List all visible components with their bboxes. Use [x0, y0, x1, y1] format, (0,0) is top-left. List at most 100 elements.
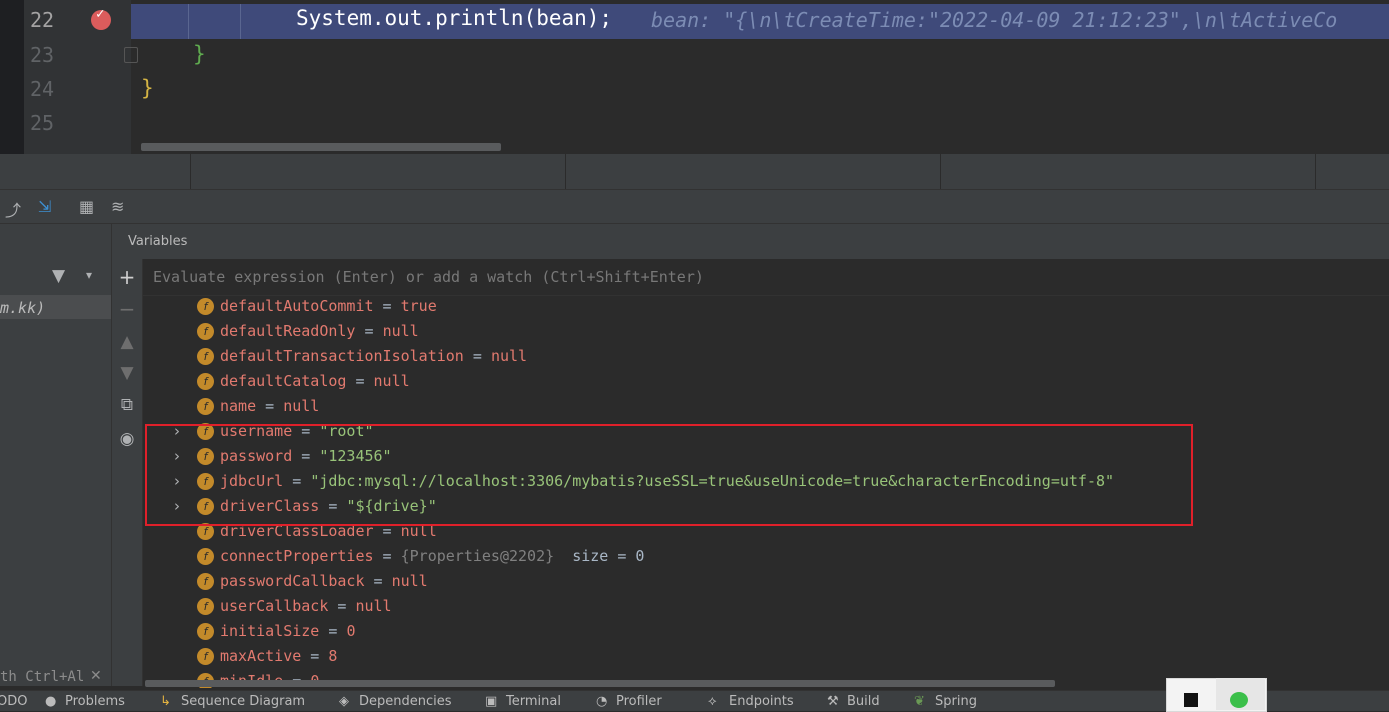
tool-tab-todo[interactable]: ODO [0, 694, 27, 709]
line-number: 22 [30, 8, 55, 32]
field-icon: f [197, 573, 214, 590]
copy-icon[interactable]: ⧉ [117, 395, 137, 415]
line-number: 23 [30, 43, 55, 67]
tool-tab-sequence-diagram[interactable]: Sequence Diagram [181, 694, 305, 709]
tab-separator [1315, 154, 1316, 189]
debug-toolbar [0, 190, 1389, 224]
tool-tab-spring[interactable]: Spring [935, 694, 977, 709]
sequence-diagram-icon: ↳ [160, 694, 171, 709]
chat-icon[interactable] [1230, 692, 1248, 708]
add-watch-icon[interactable]: + [117, 265, 137, 289]
dropdown-icon[interactable]: ▾ [86, 268, 92, 282]
closing-brace: } [193, 42, 206, 66]
variable-extra: size = 0 [572, 547, 645, 565]
variable-value: null [490, 347, 528, 365]
tool-tab-endpoints[interactable]: Endpoints [729, 694, 794, 709]
tab-separator [940, 154, 941, 189]
evaluate-expression-input[interactable]: Evaluate expression (Enter) or add a wat… [153, 268, 704, 286]
table-view-icon[interactable]: ▦ [79, 197, 94, 216]
variable-row[interactable]: f connectProperties = {Properties@2202} s… [145, 545, 1385, 570]
debug-session-tabs [0, 154, 1389, 190]
field-icon: f [197, 648, 214, 665]
field-icon: f [197, 348, 214, 365]
variable-row[interactable]: f userCallback = null [145, 595, 1385, 620]
close-icon[interactable]: ✕ [90, 668, 102, 684]
run-to-cursor-icon[interactable]: ⇲ [38, 197, 51, 216]
line-number: 24 [30, 77, 55, 101]
variable-value: null [391, 572, 428, 590]
variable-name: defaultReadOnly [220, 322, 356, 340]
variable-value: 0 [346, 622, 356, 640]
highlight-annotation-box [145, 424, 1193, 526]
terminal-icon: ▣ [485, 694, 498, 709]
field-icon: f [197, 323, 214, 340]
variable-name: passwordCallback [220, 572, 365, 590]
variable-value: {Properties@2202} [400, 547, 555, 565]
field-icon: f [197, 398, 214, 415]
tool-tab-profiler[interactable]: Profiler [616, 694, 662, 709]
tool-tab-dependencies[interactable]: Dependencies [359, 694, 452, 709]
frame-label: m.kk) [0, 299, 46, 317]
app-icon[interactable] [1184, 693, 1198, 707]
variable-row[interactable]: f defaultTransactionIsolation = null [145, 345, 1385, 370]
variable-row[interactable]: f defaultReadOnly = null [145, 320, 1385, 345]
frames-search-hint: th Ctrl+Al [0, 669, 85, 685]
variable-row[interactable]: f name = null [145, 395, 1385, 420]
variable-value: null [355, 597, 392, 615]
indent-guide [188, 4, 189, 39]
variable-name: initialSize [220, 622, 320, 640]
variable-value: 8 [328, 647, 338, 665]
variable-row[interactable]: f defaultAutoCommit = true [145, 295, 1385, 320]
variable-value: null [283, 397, 320, 415]
closing-brace: } [141, 76, 154, 100]
variable-row[interactable]: f passwordCallback = null [145, 570, 1385, 595]
tool-tab-problems[interactable]: Problems [65, 694, 125, 709]
variable-name: defaultAutoCommit [220, 297, 374, 315]
spring-icon: ❦ [914, 694, 925, 709]
line-number: 25 [30, 111, 55, 135]
tool-tab-terminal[interactable]: Terminal [506, 694, 561, 709]
variable-name: connectProperties [220, 547, 374, 565]
field-icon: f [197, 548, 214, 565]
tab-separator [565, 154, 566, 189]
variables-header [112, 224, 1389, 260]
variable-row[interactable]: f initialSize = 0 [145, 620, 1385, 645]
indent-guide [240, 4, 241, 39]
variables-title: Variables [128, 234, 188, 249]
variable-value: true [400, 297, 437, 315]
variable-value: null [382, 322, 419, 340]
build-icon: ⚒ [827, 694, 839, 709]
code-statement: System.out.println(bean); [296, 6, 613, 30]
profiler-icon: ◔ [596, 694, 608, 709]
field-icon: f [197, 373, 214, 390]
field-icon: f [197, 298, 214, 315]
inline-debug-value: bean: "{\n\tCreateTime:"2022-04-09 21:12… [651, 8, 1338, 32]
editor-horizontal-scrollbar[interactable] [141, 143, 501, 151]
variable-value: null [373, 372, 410, 390]
breakpoint-icon[interactable] [91, 6, 111, 30]
variable-name: name [220, 397, 257, 415]
tool-tab-build[interactable]: Build [847, 694, 880, 709]
trace-settings-icon[interactable]: ≋ [111, 197, 124, 216]
field-icon: f [197, 623, 214, 640]
step-out-icon[interactable]: ⤴ [5, 197, 21, 221]
variable-name: defaultCatalog [220, 372, 347, 390]
field-icon: f [197, 598, 214, 615]
variable-row[interactable]: f maxActive = 8 [145, 645, 1385, 670]
view-options-icon[interactable]: ◉ [117, 429, 137, 449]
fold-icon[interactable] [124, 47, 138, 63]
variables-horizontal-scrollbar[interactable] [145, 680, 1055, 687]
variable-name: defaultTransactionIsolation [220, 347, 464, 365]
variable-name: userCallback [220, 597, 329, 615]
move-down-icon[interactable]: ▼ [117, 363, 137, 383]
remove-watch-icon[interactable]: − [117, 297, 137, 321]
editor-left-strip [0, 0, 24, 154]
move-up-icon[interactable]: ▲ [117, 332, 137, 352]
variable-name: maxActive [220, 647, 302, 665]
tab-separator [190, 154, 191, 189]
variable-row[interactable]: f defaultCatalog = null [145, 370, 1385, 395]
dependencies-icon: ◈ [339, 694, 349, 709]
filter-icon[interactable]: ▼ [52, 266, 65, 286]
problems-icon: ● [45, 694, 57, 709]
variables-side-toolbar [112, 259, 143, 686]
